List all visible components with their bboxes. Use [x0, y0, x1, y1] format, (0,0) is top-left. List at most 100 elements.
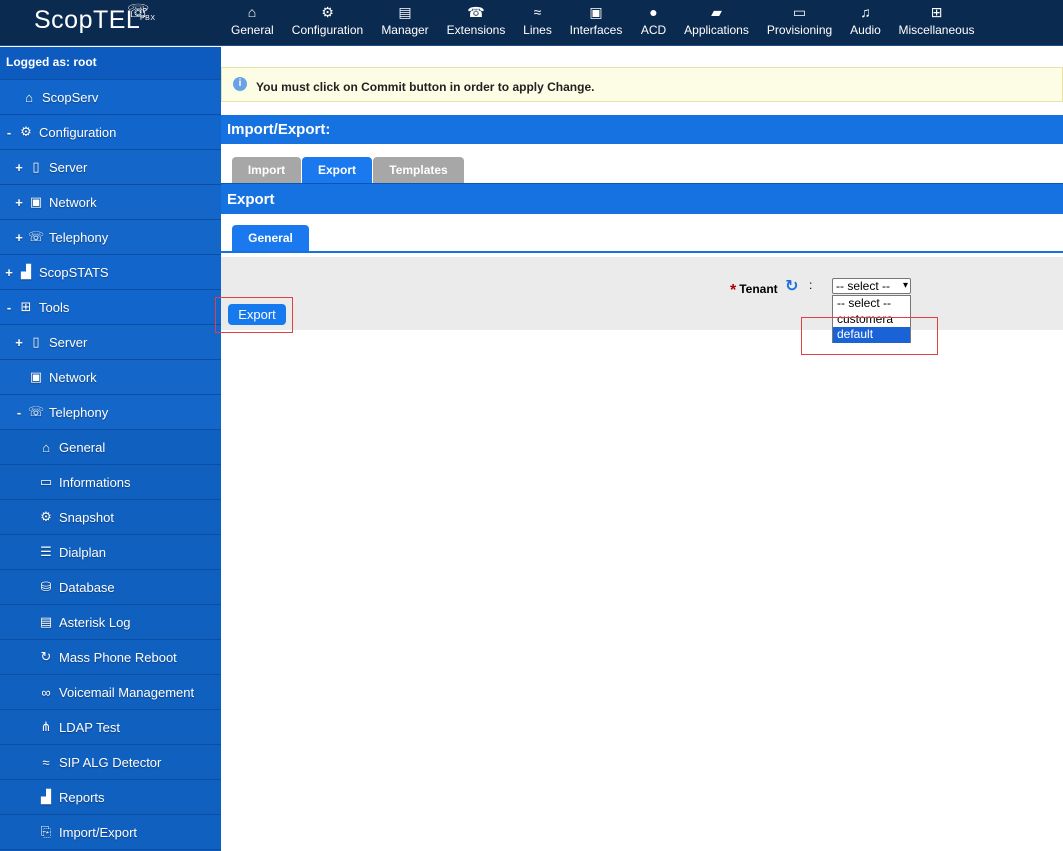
sidebar-item-reports[interactable]: ▟ Reports [0, 780, 221, 815]
document-icon: ▤ [39, 614, 53, 629]
server-icon: ▯ [32, 334, 40, 349]
sidebar-item-label: Snapshot [59, 509, 114, 525]
server-icon: ▯ [32, 159, 40, 174]
sidebar-item-import-export[interactable]: ⎘ Import/Export [0, 815, 221, 850]
tenant-label-text: Tenant [739, 282, 778, 296]
sidebar-item-label: Informations [59, 474, 131, 490]
sidebar-item-informations[interactable]: ▭ Informations [0, 465, 221, 500]
sidebar-item-ldap-test[interactable]: ⋔ LDAP Test [0, 710, 221, 745]
nav-general[interactable]: ⌂ General [231, 3, 274, 43]
sidebar-item-label: Asterisk Log [59, 614, 131, 630]
expand-toggle[interactable]: + [13, 230, 25, 245]
nav-extensions[interactable]: ☎ Extensions [446, 3, 506, 43]
refresh-icon[interactable]: ↻ [785, 276, 798, 296]
dialplan-icon: ☰ [40, 544, 52, 559]
sidebar-item-label: Server [49, 159, 88, 175]
sidebar-item-tools-network[interactable]: ▣ Network [0, 360, 221, 395]
tools-icon: ⊞ [20, 299, 32, 314]
home-icon: ⌂ [25, 89, 33, 105]
tab-templates[interactable]: Templates [373, 157, 464, 183]
sidebar-item-configuration[interactable]: - ⚙ Configuration [0, 115, 221, 150]
sidebar-item-label: Dialplan [59, 544, 106, 560]
highlight-box-export [215, 297, 293, 333]
tab-general[interactable]: General [232, 225, 309, 252]
gear-icon: ⚙ [40, 509, 52, 524]
telephony-icon: ☏ [27, 404, 45, 419]
tenant-select-value: -- select -- [836, 279, 890, 293]
sidebar-item-telephony[interactable]: + ☏ Telephony [0, 220, 221, 255]
home-icon: ⌂ [247, 4, 257, 20]
sidebar-item-mass-phone-reboot[interactable]: ↻ Mass Phone Reboot [0, 640, 221, 675]
home-icon: ⌂ [42, 439, 50, 455]
music-icon: ♫ [860, 4, 871, 20]
sidebar-item-label: LDAP Test [59, 719, 120, 735]
nav-lines[interactable]: ≈ Lines [523, 3, 552, 43]
sidebar-item-general[interactable]: ⌂ General [0, 430, 221, 465]
page-title: Import/Export: [221, 115, 1063, 144]
network-icon: ▣ [29, 369, 43, 384]
voicemail-icon: ∞ [41, 684, 51, 700]
sidebar-item-network[interactable]: + ▣ Network [0, 185, 221, 220]
lines-icon: ≈ [533, 4, 542, 20]
tenant-label: * Tenant [730, 280, 778, 299]
sidebar: Logged as: root ⌂ ScopServ - ⚙ Configura… [0, 47, 221, 851]
sidebar-item-dialplan[interactable]: ☰ Dialplan [0, 535, 221, 570]
nav-provisioning[interactable]: ▭ Provisioning [766, 3, 833, 43]
sidebar-item-tools[interactable]: - ⊞ Tools [0, 290, 221, 325]
sidebar-item-label: Mass Phone Reboot [59, 649, 177, 665]
tab-import[interactable]: Import [232, 157, 301, 183]
sidebar-item-asterisk-log[interactable]: ▤ Asterisk Log [0, 605, 221, 640]
telephony-icon: ☏ [27, 229, 45, 244]
provisioning-icon: ▭ [792, 4, 807, 20]
expand-toggle[interactable]: + [13, 335, 25, 350]
nav-acd[interactable]: ● ACD [640, 3, 667, 43]
sidebar-item-scopserv[interactable]: ⌂ ScopServ [0, 80, 221, 115]
interfaces-icon: ▣ [589, 4, 603, 20]
dropdown-option[interactable]: -- select -- [833, 296, 910, 312]
required-mark: * [730, 282, 737, 299]
label-colon: : [809, 278, 813, 292]
sidebar-item-label: Telephony [49, 404, 109, 420]
expand-toggle[interactable]: + [13, 195, 25, 210]
sidebar-item-voicemail-management[interactable]: ∞ Voicemail Management [0, 675, 221, 710]
sidebar-item-label: Voicemail Management [59, 684, 195, 700]
import-export-icon: ⎘ [40, 824, 52, 839]
collapse-toggle[interactable]: - [3, 300, 15, 315]
nav-label: General [231, 23, 274, 37]
nav-applications[interactable]: ▰ Applications [684, 3, 749, 43]
expand-toggle[interactable]: + [13, 160, 25, 175]
nav-miscellaneous[interactable]: ⊞ Miscellaneous [898, 3, 975, 43]
nav-configuration[interactable]: ⚙ Configuration [291, 3, 364, 43]
sidebar-item-label: Import/Export [59, 824, 138, 840]
sidebar-item-database[interactable]: ⛁ Database [0, 570, 221, 605]
chevron-down-icon: ▾ [902, 280, 908, 291]
collapse-toggle[interactable]: - [3, 125, 15, 140]
sidebar-item-label: Tools [39, 299, 70, 315]
hierarchy-icon: ⋔ [40, 719, 52, 734]
logged-as-label: Logged as: root [0, 47, 221, 80]
info-icon: i [233, 77, 247, 91]
nav-manager[interactable]: ▤ Manager [381, 3, 429, 43]
sidebar-item-tools-server[interactable]: + ▯ Server [0, 325, 221, 360]
sidebar-item-tools-telephony[interactable]: - ☏ Telephony [0, 395, 221, 430]
nav-label: Applications [684, 23, 749, 37]
collapse-toggle[interactable]: - [13, 405, 25, 420]
sidebar-item-scopstats[interactable]: + ▟ ScopSTATS [0, 255, 221, 290]
logo-text: ScopTEL [34, 6, 141, 34]
sidebar-item-label: Database [59, 579, 115, 595]
list-icon: ▤ [398, 4, 412, 20]
expand-toggle[interactable]: + [3, 265, 15, 280]
gear-icon: ⚙ [20, 124, 32, 139]
nav-label: Lines [523, 23, 552, 37]
sidebar-item-server[interactable]: + ▯ Server [0, 150, 221, 185]
nav-interfaces[interactable]: ▣ Interfaces [569, 3, 623, 43]
nav-label: Manager [381, 23, 429, 37]
tab-export[interactable]: Export [302, 157, 372, 183]
notice-message: You must click on Commit button in order… [256, 80, 595, 94]
tenant-select[interactable]: -- select -- ▾ [832, 278, 911, 294]
sidebar-item-sip-alg-detector[interactable]: ≈ SIP ALG Detector [0, 745, 221, 780]
nav-audio[interactable]: ♫ Audio [849, 3, 882, 43]
nav-label: Extensions [446, 23, 506, 37]
sidebar-item-label: ScopServ [42, 89, 99, 105]
sidebar-item-snapshot[interactable]: ⚙ Snapshot [0, 500, 221, 535]
